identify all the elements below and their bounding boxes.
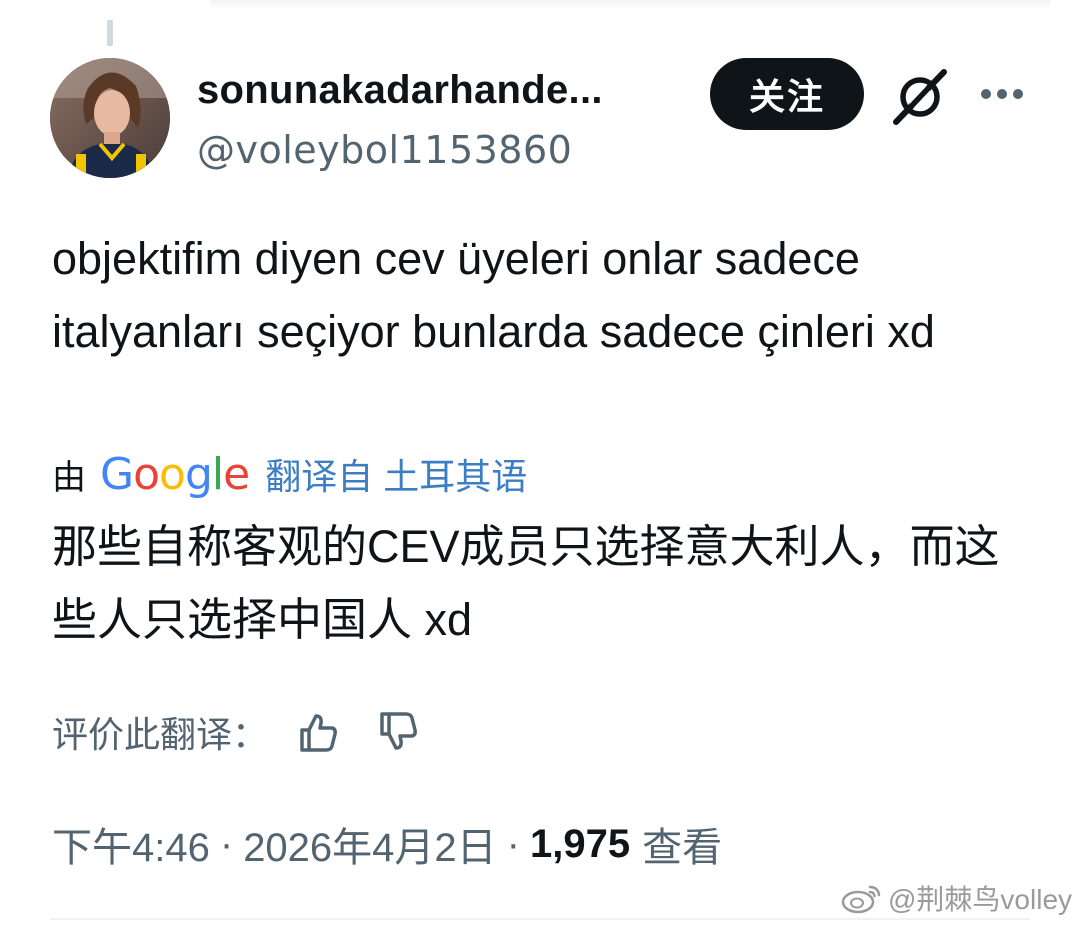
author-display-name[interactable]: sonunakadarhande... xyxy=(197,68,603,113)
follow-button[interactable]: 关注 xyxy=(710,58,864,130)
tweet-time[interactable]: 下午4:46 xyxy=(52,815,210,873)
tweet-date[interactable]: 2026年4月2日 xyxy=(243,815,496,873)
rate-translation-label: 评价此翻译： xyxy=(52,714,269,755)
tweet-text: objektifim diyen cev üyeleri onlar sadec… xyxy=(52,233,935,357)
translated-by-label: 由 xyxy=(52,458,86,497)
more-icon[interactable] xyxy=(978,78,1026,110)
avatar[interactable] xyxy=(50,58,170,178)
meta-separator: · xyxy=(219,821,234,866)
translation-attribution: 由 Google 翻译自 土耳其语 xyxy=(52,448,527,500)
thread-connector xyxy=(107,20,113,46)
rate-translation: 评价此翻译： xyxy=(52,706,456,758)
avatar-image xyxy=(50,58,170,178)
divider xyxy=(50,918,1030,920)
google-logo: Google xyxy=(100,448,250,500)
translation-source-link[interactable]: 翻译自 土耳其语 xyxy=(265,448,527,500)
views-count: 1,975 xyxy=(530,821,631,866)
meta-separator: · xyxy=(506,821,520,866)
thumbs-down-icon[interactable] xyxy=(376,710,420,754)
views-label: 查看 xyxy=(642,826,723,870)
watermark-text: @荆棘鸟volley xyxy=(888,884,1073,915)
weibo-icon xyxy=(841,885,881,914)
author-handle[interactable]: @voleybol1153860 xyxy=(197,128,572,172)
thumbs-up-icon[interactable] xyxy=(296,710,340,754)
translated-text: 那些自称客观的CEV成员只选择意大利人，而这些人只选择中国人 xd xyxy=(52,521,1000,645)
watermark: @荆棘鸟volley xyxy=(840,878,1072,918)
tweet-meta: 下午4:46 · 2026年4月2日 · 1,975 查看 xyxy=(52,816,722,872)
top-fade xyxy=(210,0,1050,10)
grok-icon[interactable] xyxy=(888,64,952,128)
